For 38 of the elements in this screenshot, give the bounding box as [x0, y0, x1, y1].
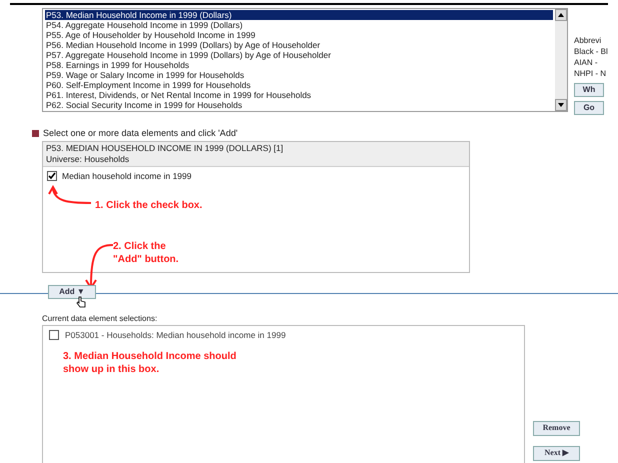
list-item[interactable]: P54. Aggregate Household Income in 1999 (Dollars) — [45, 20, 553, 30]
add-button[interactable]: Add ▼ — [48, 284, 96, 298]
list-item[interactable]: P58. Earnings in 1999 for Households — [45, 60, 553, 70]
callout-text: 2. Click the "Add" button. — [113, 240, 180, 266]
abbreviation-text: Abbrevi — [574, 36, 602, 46]
selections-label: Current data element selections: — [42, 312, 158, 324]
table-listbox[interactable] — [42, 8, 568, 112]
abbreviation-text: Black - Bl — [574, 47, 608, 57]
hand-cursor-icon — [76, 296, 86, 308]
checkbox[interactable] — [49, 330, 59, 340]
selection-label: P053001 - Households: Median household income in 1999 — [65, 328, 286, 342]
list-item[interactable]: P53. Median Household Income in 1999 (Dollars) — [45, 10, 553, 20]
checkbox[interactable] — [47, 170, 57, 181]
list-item[interactable]: P61. Interest, Dividends, or Net Rental Income in 1999 for Households — [45, 90, 553, 100]
list-item[interactable]: P57. Aggregate Household Income in 1999 (Dollars) by Age of Householder — [45, 50, 553, 60]
arrow-icon — [47, 184, 91, 206]
list-item[interactable]: P56. Median Household Income in 1999 (Dollars) by Age of Householder — [45, 40, 553, 50]
universe-text: Universe: Households — [46, 154, 130, 164]
abbreviation-text: NHPI - N — [574, 69, 607, 79]
callout-text: 1. Click the check box. — [95, 198, 202, 212]
side-button[interactable]: Wh — [574, 83, 604, 97]
remove-button[interactable]: Remove — [533, 420, 580, 436]
instruction-text: Select one or more data elements and click 'Add' — [43, 127, 238, 140]
abbreviation-text: AIAN - — [574, 58, 599, 68]
list-item[interactable]: P62. Social Security Income in 1999 for Households — [45, 100, 553, 110]
next-button[interactable]: Next ▶ — [533, 446, 580, 460]
table-title: P53. MEDIAN HOUSEHOLD INCOME IN 1999 (DOLLARS) [1] — [46, 142, 284, 154]
side-button[interactable]: Go — [574, 101, 604, 115]
check-icon — [48, 172, 56, 180]
up-arrow-icon — [558, 13, 564, 17]
scrollbar[interactable] — [555, 9, 567, 111]
list-item[interactable]: P60. Self-Employment Income in 1999 for Households — [45, 80, 553, 90]
callout-text: 3. Median Household Income should show up in this box. — [63, 350, 238, 376]
down-arrow-icon — [558, 103, 564, 107]
bullet-icon — [32, 130, 39, 138]
element-label: Median household income in 1999 — [62, 170, 192, 182]
list-item[interactable]: P59. Wage or Salary Income in 1999 for Households — [45, 70, 553, 80]
list-item[interactable]: P55. Age of Householder by Household Income in 1999 — [45, 30, 553, 40]
